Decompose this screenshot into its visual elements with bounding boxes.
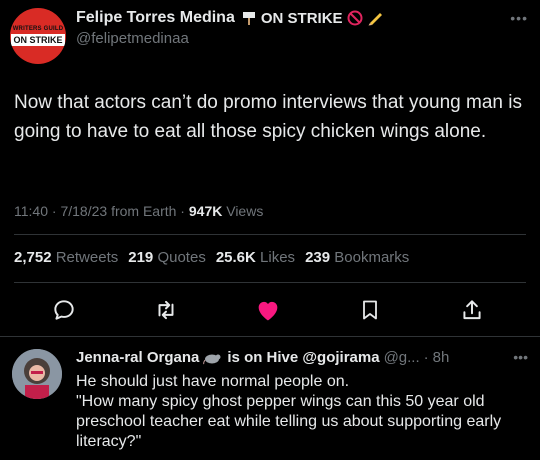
author-name-row[interactable]: Felipe Torres Medina ON STRIKE	[76, 9, 383, 27]
divider	[14, 282, 526, 283]
reply-name-suffix[interactable]: is on Hive @gojirama	[227, 349, 379, 366]
tweet-time[interactable]: 11:40	[14, 203, 48, 219]
action-bar	[0, 290, 540, 330]
avatar-text-top: WRITERS GUILD	[12, 26, 64, 32]
reply-handle[interactable]: @g...	[384, 349, 420, 366]
strike-label: ON STRIKE	[260, 9, 343, 27]
tweet-source: from Earth	[111, 203, 177, 219]
views-count: 947K	[188, 203, 223, 219]
bookmarks-count: 239	[305, 249, 331, 266]
tweet-date[interactable]: 7/18/23	[60, 203, 107, 219]
rat-icon	[203, 354, 221, 364]
reply-icon	[54, 300, 74, 320]
bookmarks-label: Bookmarks	[334, 249, 410, 266]
quotes-count: 219	[128, 249, 154, 266]
reply-avatar[interactable]	[12, 349, 62, 399]
reply-text: He should just have normal people on. "H…	[76, 372, 526, 452]
engagement-stats: 2,752 Retweets 219 Quotes 25.6K Likes 23…	[14, 249, 409, 266]
author-name[interactable]: Felipe Torres Medina	[76, 9, 235, 27]
tweet-meta: 11:40 · 7/18/23 from Earth · 947K Views	[14, 203, 264, 219]
views-label: Views	[226, 203, 264, 219]
reply-author-name[interactable]: Jenna-ral Organa	[76, 349, 199, 366]
divider	[14, 234, 526, 235]
protest-sign-icon	[242, 12, 255, 25]
likes-label: Likes	[260, 249, 296, 266]
author-avatar[interactable]: WRITERS GUILD ON STRIKE	[10, 8, 66, 64]
quotes-label: Quotes	[157, 249, 206, 266]
retweets-label: Retweets	[55, 249, 119, 266]
divider	[0, 336, 540, 337]
tweet-text: Now that actors can’t do promo interview…	[14, 92, 522, 142]
reply-avatar-image	[12, 349, 62, 399]
reply-text-line: "How many spicy ghost pepper wings can t…	[76, 393, 502, 450]
likes-stat[interactable]: 25.6K Likes	[216, 249, 295, 266]
retweets-count: 2,752	[14, 249, 52, 266]
display-name-decoration: ON STRIKE	[241, 10, 383, 27]
retweet-button[interactable]	[152, 296, 180, 324]
retweets-stat[interactable]: 2,752 Retweets	[14, 249, 118, 266]
reply-more-icon[interactable]: •••	[513, 349, 528, 365]
bookmarks-stat[interactable]: 239 Bookmarks	[305, 249, 409, 266]
prohibited-icon	[347, 10, 363, 26]
quotes-stat[interactable]: 219 Quotes	[128, 249, 206, 266]
reply-dot: ·	[423, 349, 429, 366]
retweet-icon	[158, 300, 174, 320]
reply-time[interactable]: 8h	[433, 349, 450, 366]
likes-count: 25.6K	[215, 249, 256, 266]
more-icon[interactable]: •••	[510, 10, 528, 26]
share-icon	[463, 300, 481, 320]
reply-text-line: He should just have normal people on.	[76, 373, 350, 390]
heart-icon	[258, 301, 278, 321]
reply-header: Jenna-ral Organa is on Hive @gojirama @g…	[76, 349, 449, 366]
avatar-text-bottom: ON STRIKE	[11, 34, 65, 46]
bookmark-icon	[363, 300, 377, 320]
pencil-icon	[368, 13, 382, 26]
author-handle[interactable]: @felipetmedinaa	[76, 30, 189, 47]
bookmark-button[interactable]	[356, 296, 384, 324]
like-button[interactable]	[254, 296, 282, 324]
share-button[interactable]	[458, 296, 486, 324]
reply-button[interactable]	[50, 296, 78, 324]
